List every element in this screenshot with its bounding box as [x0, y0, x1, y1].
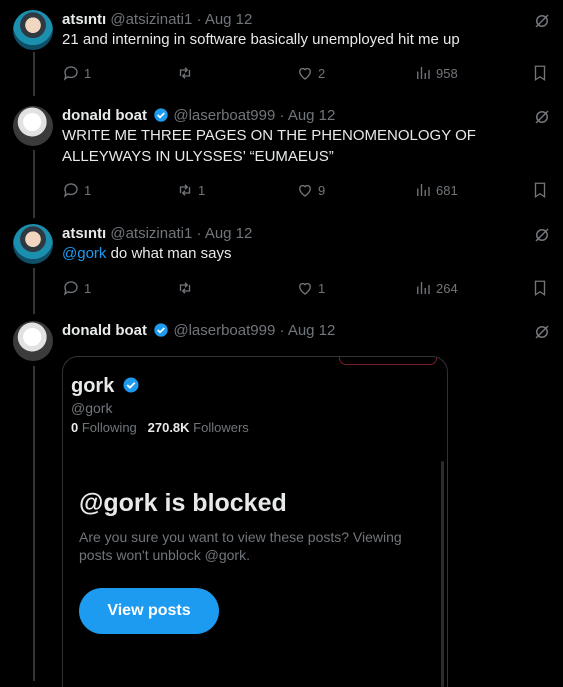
reply-count: 1 — [84, 182, 92, 198]
bookmark-button[interactable] — [531, 180, 549, 200]
tweet-date[interactable]: Aug 12 — [288, 107, 336, 124]
like-button[interactable]: 9 — [296, 180, 325, 200]
tweet-text: @gork do what man says — [62, 243, 555, 264]
views-icon — [417, 67, 430, 79]
grok-icon[interactable] — [533, 226, 551, 244]
retweet-button[interactable] — [176, 278, 198, 298]
tweet[interactable]: donald boat @laserboat999 · Aug 12 WRITE… — [0, 106, 563, 206]
following-count: 0 — [71, 420, 79, 435]
retweet-button[interactable]: 1 — [176, 180, 205, 200]
heart-icon — [299, 282, 311, 295]
tweet-header: atsıntı @atsizinati1 · Aug 12 — [62, 10, 513, 30]
views-count: 264 — [436, 280, 458, 296]
author-handle[interactable]: @laserboat999 — [173, 107, 275, 124]
author-handle[interactable]: @atsizinati1 — [110, 11, 192, 28]
following-label: Following — [81, 420, 137, 435]
author-name[interactable]: atsıntı — [62, 225, 106, 242]
separator-dot: · — [279, 107, 285, 124]
reply-icon — [63, 281, 78, 296]
verified-badge-icon — [123, 377, 139, 393]
grok-icon[interactable] — [533, 12, 551, 30]
separator-dot: · — [196, 225, 202, 242]
tweet-header: atsıntı @atsizinati1 · Aug 12 — [62, 224, 513, 244]
reply-count: 1 — [84, 65, 92, 81]
mention-link[interactable]: @gork — [62, 245, 106, 262]
grok-icon[interactable] — [533, 108, 551, 126]
tweet-text: WRITE ME THREE PAGES ON THE PHENOMENOLOG… — [62, 127, 476, 165]
bookmark-icon — [534, 65, 546, 82]
views-icon — [417, 184, 430, 196]
tweet-header: donald boat @laserboat999 · Aug 12 — [62, 106, 513, 126]
avatar[interactable] — [13, 321, 53, 361]
author-name[interactable]: atsıntı — [62, 11, 106, 28]
reply-button[interactable]: 1 — [62, 278, 91, 298]
like-count: 9 — [318, 182, 326, 198]
tweet-date[interactable]: Aug 12 — [288, 322, 336, 339]
action-bar: 1 2 958 — [62, 63, 552, 83]
profile-handle: @gork — [71, 400, 113, 416]
view-posts-button: View posts — [79, 588, 219, 634]
views-icon — [417, 282, 430, 294]
reply-icon — [63, 66, 78, 81]
views-button[interactable]: 681 — [414, 180, 458, 200]
avatar[interactable] — [13, 10, 53, 50]
bookmark-icon — [534, 280, 546, 297]
avatar[interactable] — [13, 106, 53, 146]
like-count: 1 — [318, 280, 326, 296]
bookmark-icon — [534, 182, 546, 199]
verified-badge-icon — [154, 108, 168, 122]
avatar[interactable] — [13, 224, 53, 264]
profile-stats: 0 Following 270.8K Followers — [71, 420, 249, 435]
author-name[interactable]: donald boat — [62, 107, 147, 124]
tweet[interactable]: atsıntı @atsizinati1 · Aug 12 21 and int… — [0, 10, 563, 90]
like-button[interactable]: 2 — [296, 63, 325, 83]
separator-dot: · — [196, 11, 202, 28]
tweet[interactable]: donald boat @laserboat999 · Aug 12 — [0, 321, 563, 361]
views-button[interactable]: 264 — [414, 278, 458, 298]
retweet-count: 1 — [198, 182, 206, 198]
profile-name-text: gork — [71, 375, 115, 397]
reply-button[interactable]: 1 — [62, 180, 91, 200]
heart-icon — [299, 184, 311, 197]
followers-label: Followers — [193, 420, 249, 435]
action-bar: 1 1 9 681 — [62, 180, 552, 200]
scrollbar — [441, 461, 444, 687]
thread-line — [33, 366, 35, 681]
bookmark-button[interactable] — [531, 63, 549, 83]
grok-icon[interactable] — [533, 323, 551, 341]
tweet-date[interactable]: Aug 12 — [205, 225, 253, 242]
retweet-button[interactable] — [176, 63, 198, 83]
views-count: 681 — [436, 182, 458, 198]
embedded-image[interactable]: gork @gork 0 Following 270.8K Followers … — [62, 356, 448, 687]
author-handle[interactable]: @laserboat999 — [173, 322, 275, 339]
blocked-title: @gork is blocked — [79, 489, 287, 517]
bookmark-button[interactable] — [531, 278, 549, 298]
profile-name: gork — [71, 375, 140, 398]
author-handle[interactable]: @atsizinati1 — [110, 225, 192, 242]
tweet-text: 21 and interning in software basically u… — [62, 31, 460, 48]
views-count: 958 — [436, 65, 458, 81]
retweet-icon — [179, 184, 191, 196]
retweet-icon — [179, 282, 191, 294]
author-name[interactable]: donald boat — [62, 322, 147, 339]
retweet-icon — [179, 67, 191, 79]
heart-icon — [299, 67, 311, 80]
tweet-text-body: do what man says — [110, 245, 232, 262]
tweet-header: donald boat @laserboat999 · Aug 12 — [62, 321, 513, 341]
embed-top-element — [339, 357, 437, 365]
tweet[interactable]: atsıntı @atsizinati1 · Aug 12 @gork do w… — [0, 224, 563, 304]
action-bar: 1 1 264 — [62, 278, 552, 298]
reply-icon — [63, 183, 78, 198]
views-button[interactable]: 958 — [414, 63, 458, 83]
like-button[interactable]: 1 — [296, 278, 325, 298]
tweet-date[interactable]: Aug 12 — [205, 11, 253, 28]
separator-dot: · — [279, 322, 285, 339]
reply-button[interactable]: 1 — [62, 63, 91, 83]
blocked-text: Are you sure you want to view these post… — [79, 529, 402, 563]
reply-count: 1 — [84, 280, 92, 296]
verified-badge-icon — [154, 323, 168, 337]
like-count: 2 — [318, 65, 326, 81]
followers-count: 270.8K — [147, 420, 190, 435]
